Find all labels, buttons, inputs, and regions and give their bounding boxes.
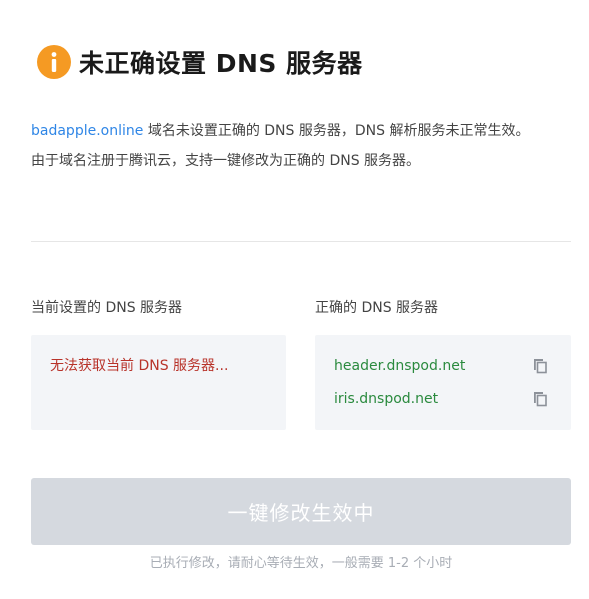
description-line-1: badapple.online 域名未设置正确的 DNS 服务器，DNS 解析服… <box>31 116 576 146</box>
copy-icon[interactable] <box>531 390 549 408</box>
description: badapple.online 域名未设置正确的 DNS 服务器，DNS 解析服… <box>31 116 576 176</box>
dns-server-row: header.dnspod.net <box>334 354 549 378</box>
current-dns-box: 无法获取当前 DNS 服务器... <box>31 335 286 430</box>
dns-server-name: iris.dnspod.net <box>334 391 439 407</box>
correct-dns-label: 正确的 DNS 服务器 <box>315 300 439 316</box>
info-icon <box>37 45 71 79</box>
description-text: 域名未设置正确的 DNS 服务器，DNS 解析服务未正常生效。 <box>143 123 530 139</box>
dialog-header: 未正确设置 DNS 服务器 <box>37 44 363 80</box>
divider <box>31 241 571 242</box>
dns-warning-panel: 未正确设置 DNS 服务器 badapple.online 域名未设置正确的 D… <box>0 0 589 599</box>
status-hint: 已执行修改，请耐心等待生效，一般需要 1-2 个小时 <box>149 556 453 571</box>
copy-icon[interactable] <box>531 357 549 375</box>
domain-link[interactable]: badapple.online <box>31 123 143 139</box>
description-line-2: 由于域名注册于腾讯云，支持一键修改为正确的 DNS 服务器。 <box>31 153 421 169</box>
current-dns-label: 当前设置的 DNS 服务器 <box>31 300 183 316</box>
correct-dns-box: header.dnspod.net iris.dnspod.net <box>315 335 571 430</box>
one-click-fix-button[interactable]: 一键修改生效中 <box>31 478 571 545</box>
page-title: 未正确设置 DNS 服务器 <box>79 49 363 78</box>
dns-server-name: header.dnspod.net <box>334 358 466 374</box>
dns-server-row: iris.dnspod.net <box>334 387 549 411</box>
current-dns-status: 无法获取当前 DNS 服务器... <box>50 358 229 374</box>
